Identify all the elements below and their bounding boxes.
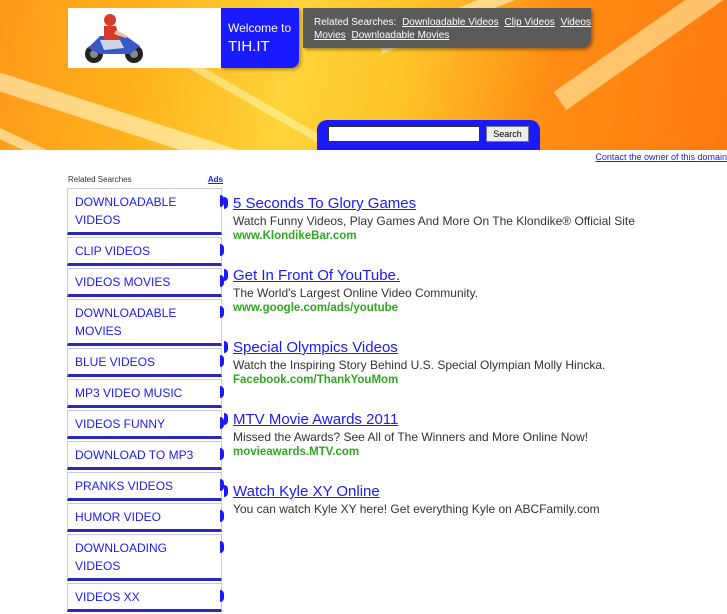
search-button[interactable]: Search [486, 126, 529, 142]
sidebar-item-label: DOWNLOADING VIDEOS [75, 541, 168, 573]
welcome-text: Welcome to [228, 21, 292, 35]
sidebar-item-videos-xx[interactable]: VIDEOS XX [67, 583, 224, 612]
contact-owner-link[interactable]: Contact the owner of this domain [595, 152, 727, 162]
tab-marker [220, 355, 224, 367]
sidebar-item-downloadable-videos[interactable]: DOWNLOADABLE VIDEOS [67, 188, 224, 235]
result-item: Special Olympics Videos Watch the Inspir… [224, 338, 723, 388]
result-description: Watch the Inspiring Story Behind U.S. Sp… [233, 358, 606, 372]
result-url-link[interactable]: movieawards.MTV.com [233, 445, 723, 460]
sidebar-item-videos-movies[interactable]: VIDEOS MOVIES [67, 268, 224, 297]
sidebar-header: Related Searches Ads [68, 175, 223, 184]
sidebar-item-blue-videos[interactable]: BLUE VIDEOS [67, 348, 224, 377]
result-item: Get In Front Of YouTube. The World's Lar… [224, 266, 723, 316]
result-title-link[interactable]: MTV Movie Awards 2011 [233, 410, 723, 429]
result-description: Missed the Awards? See All of The Winner… [233, 430, 589, 444]
sidebar-item-label: MP3 VIDEO MUSIC [75, 386, 183, 400]
result-marker [224, 197, 228, 209]
domain-name: TIH.IT [228, 38, 270, 55]
sidebar-item-label: BLUE VIDEOS [75, 355, 156, 369]
result-marker [224, 485, 228, 497]
tab-marker [220, 448, 224, 460]
related-searches-label: Related Searches: [314, 17, 397, 28]
result-description: The World's Largest Online Video Communi… [233, 286, 479, 300]
motorcycle-rider-icon [85, 14, 143, 63]
result-title-link[interactable]: 5 Seconds To Glory Games [233, 194, 723, 213]
sidebar-item-downloadable-movies[interactable]: DOWNLOADABLE MOVIES [67, 299, 224, 346]
header-banner: Welcome to TIH.IT Related Searches: Down… [0, 0, 727, 150]
result-item: MTV Movie Awards 2011 Missed the Awards?… [224, 410, 723, 460]
sidebar-item-label: HUMOR VIDEO [75, 510, 162, 524]
sidebar-item-label: DOWNLOAD TO MP3 [75, 448, 194, 462]
result-title-link[interactable]: Watch Kyle XY Online [233, 482, 723, 501]
result-url-link[interactable]: www.google.com/ads/youtube [233, 301, 723, 316]
sidebar-item-label: PRANKS VIDEOS [75, 479, 174, 493]
related-link-downloadable-videos[interactable]: Downloadable Videos [402, 17, 499, 28]
tab-marker [220, 386, 224, 398]
result-description: You can watch Kyle XY here! Get everythi… [233, 502, 600, 516]
sidebar-heading: Related Searches [68, 175, 132, 184]
sidebar-item-downloading-videos[interactable]: DOWNLOADING VIDEOS [67, 534, 224, 581]
welcome-box: Welcome to TIH.IT [221, 8, 299, 68]
result-title-link[interactable]: Get In Front Of YouTube. [233, 266, 723, 285]
result-description: Watch Funny Videos, Play Games And More … [233, 214, 635, 228]
tab-marker [220, 590, 224, 602]
result-url-link[interactable]: Facebook.com/ThankYouMom [233, 373, 723, 388]
sidebar-item-pranks-videos[interactable]: PRANKS VIDEOS [67, 472, 224, 501]
tab-marker [220, 510, 224, 522]
tab-marker [220, 244, 224, 256]
search-box: Search [317, 120, 540, 150]
search-input[interactable] [328, 126, 480, 142]
logo-box [68, 8, 221, 68]
result-marker [224, 413, 228, 425]
result-title-link[interactable]: Special Olympics Videos [233, 338, 723, 357]
related-link-downloadable-movies[interactable]: Downloadable Movies [351, 30, 449, 41]
result-item: Watch Kyle XY Online You can watch Kyle … [224, 482, 723, 517]
sidebar-item-label: VIDEOS FUNNY [75, 417, 166, 431]
sidebar-item-mp3-video-music[interactable]: MP3 VIDEO MUSIC [67, 379, 224, 408]
sidebar-item-label: DOWNLOADABLE VIDEOS [75, 195, 177, 227]
result-marker [224, 341, 228, 353]
tab-marker [220, 541, 224, 553]
result-item: 5 Seconds To Glory Games Watch Funny Vid… [224, 194, 723, 244]
sidebar-item-videos-funny[interactable]: VIDEOS FUNNY [67, 410, 224, 439]
sidebar-item-clip-videos[interactable]: CLIP VIDEOS [67, 237, 224, 266]
results-list: 5 Seconds To Glory Games Watch Funny Vid… [224, 194, 723, 539]
result-marker [224, 269, 228, 281]
sidebar-item-label: DOWNLOADABLE MOVIES [75, 306, 177, 338]
result-url-link[interactable]: www.KlondikeBar.com [233, 229, 723, 244]
sidebar-item-label: CLIP VIDEOS [75, 244, 151, 258]
sidebar-item-label: VIDEOS MOVIES [75, 275, 171, 289]
sidebar-item-download-to-mp3[interactable]: DOWNLOAD TO MP3 [67, 441, 224, 470]
tab-marker [220, 306, 224, 318]
ads-link[interactable]: Ads [208, 175, 223, 184]
related-searches-box: Related Searches: Downloadable Videos Cl… [303, 8, 591, 48]
sidebar-list: DOWNLOADABLE VIDEOS CLIP VIDEOS VIDEOS M… [67, 188, 224, 614]
sidebar-item-humor-video[interactable]: HUMOR VIDEO [67, 503, 224, 532]
related-link-clip-videos[interactable]: Clip Videos [504, 17, 554, 28]
sidebar-item-label: VIDEOS XX [75, 590, 140, 604]
